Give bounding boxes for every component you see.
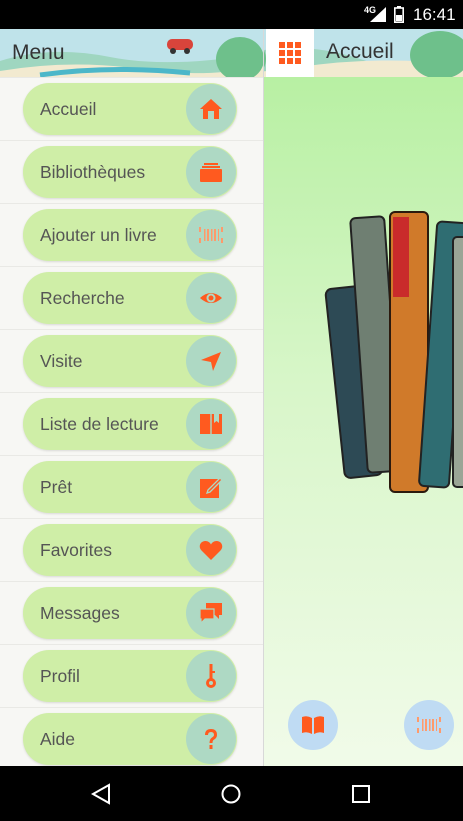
clock: 16:41 [413,5,456,24]
navigation-arrow-icon [201,352,221,371]
menu-item-label: Profil [40,666,80,686]
menu-item-favorites[interactable]: Favorites [0,518,263,581]
barcode-icon [417,717,441,733]
open-book-icon [200,414,222,434]
edit-icon [200,477,223,498]
home-content [263,77,463,766]
question-icon [205,729,217,749]
menu-item-pret[interactable]: Prêt [0,455,263,518]
heart-icon [199,541,223,560]
menu-item-label: Favorites [40,540,112,560]
menu-pill[interactable]: Accueil [23,83,237,135]
barcode-icon-button[interactable] [186,210,236,260]
menu-pill[interactable]: Recherche [23,272,237,324]
chat-icon [199,603,222,625]
menu-pill[interactable]: Profil [23,650,237,702]
menu-item-aide[interactable]: Aide [0,707,263,770]
library-icon [200,163,222,182]
open-book-icon [302,716,324,734]
barcode-icon [199,227,223,243]
home-icon [200,99,222,119]
menu-pill[interactable]: Liste de lecture [23,398,237,450]
menu-pill[interactable]: Ajouter un livre [23,209,237,261]
menu-item-messages[interactable]: Messages [0,581,263,644]
status-bar: 4G 16:41 [0,0,463,29]
menu-item-accueil[interactable]: Accueil [0,77,263,140]
menu-pill[interactable]: Prêt [23,461,237,513]
heart-icon-button[interactable] [186,525,236,575]
menu-item-visite[interactable]: Visite [0,329,263,392]
back-icon[interactable] [90,783,112,805]
key-icon [206,664,216,688]
system-navigation-bar [0,766,463,821]
menu-item-label: Aide [40,729,76,749]
menu-pill[interactable]: Bibliothèques [23,146,237,198]
phone-screen: 4G 16:41 Accueil Menu Accueil Bibliothèq… [0,0,463,821]
menu-item-profil[interactable]: Profil [0,644,263,707]
menu-item-label: Liste de lecture [40,414,159,434]
menu-item-label: Bibliothèques [40,162,146,182]
menu-item-label: Messages [40,603,120,623]
eye-icon [200,293,222,303]
library-icon-button[interactable] [186,147,236,197]
page-title: Accueil [326,40,394,63]
menu-pill[interactable]: Visite [23,335,237,387]
question-icon-button[interactable] [186,714,236,764]
menu-item-label: Visite [40,351,83,371]
menu-item-liste-lecture[interactable]: Liste de lecture [0,392,263,455]
edit-icon-button[interactable] [186,462,236,512]
menu-pill[interactable]: Messages [23,587,237,639]
eye-icon-button[interactable] [186,273,236,323]
signal-icon [370,7,386,22]
menu-item-ajouter-livre[interactable]: Ajouter un livre [0,203,263,266]
grid-menu-button[interactable] [266,29,314,77]
navigation-arrow-icon-button[interactable] [186,336,236,386]
key-icon-button[interactable] [186,651,236,701]
menu-item-bibliotheques[interactable]: Bibliothèques [0,140,263,203]
reading-list-fab[interactable] [288,700,338,750]
drawer-header: Menu [0,29,263,77]
battery-icon [394,6,404,23]
drawer-title: Menu [12,41,65,64]
books-illustration [324,211,463,493]
navigation-drawer: Menu Accueil Bibliothèques Ajouter un li… [0,29,264,770]
reading-list-icon-button[interactable] [186,399,236,449]
recents-icon[interactable] [350,783,372,805]
menu-pill[interactable]: Favorites [23,524,237,576]
menu-item-label: Accueil [40,99,97,119]
chat-icon-button[interactable] [186,588,236,638]
menu-item-label: Prêt [40,477,73,497]
home-icon-button[interactable] [186,84,236,134]
menu-item-label: Recherche [40,288,125,308]
menu-item-label: Ajouter un livre [40,225,157,245]
menu-pill[interactable]: Aide [23,713,237,765]
menu-item-recherche[interactable]: Recherche [0,266,263,329]
scan-barcode-fab[interactable] [404,700,454,750]
home-circle-icon[interactable] [220,783,242,805]
